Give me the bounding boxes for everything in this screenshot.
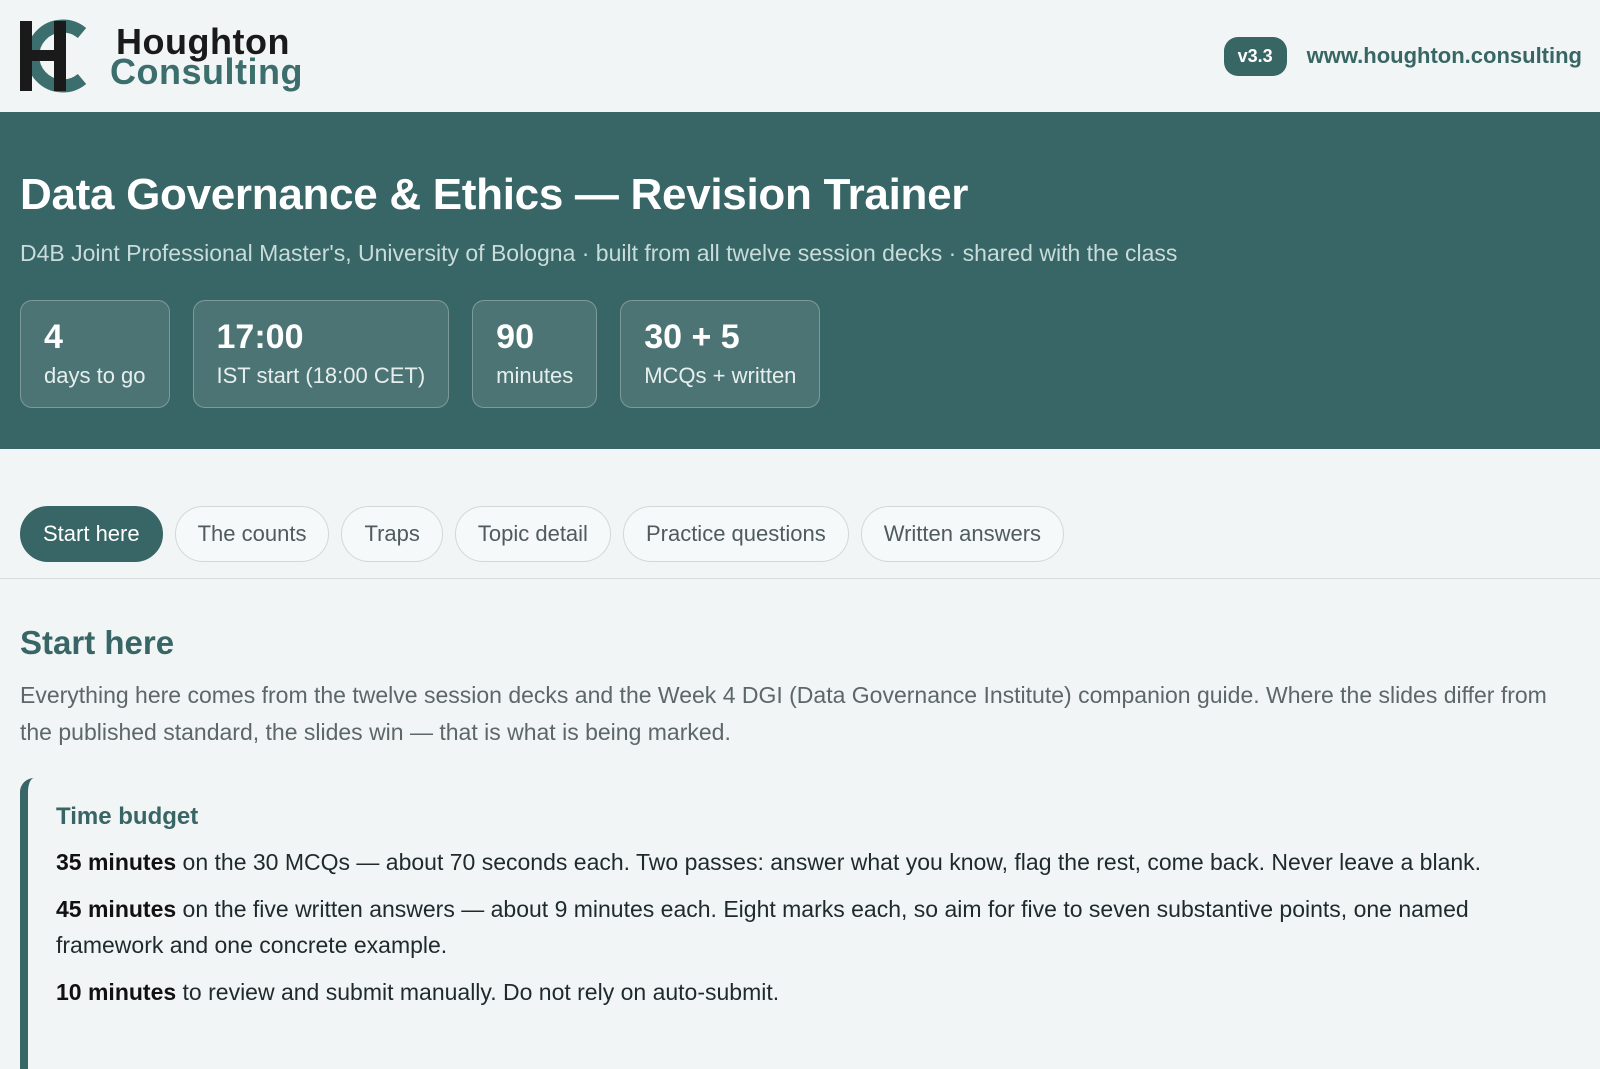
stat-label: days to go — [44, 363, 146, 388]
brand-logo[interactable]: Houghton Consulting — [20, 19, 303, 93]
stats-row: 4 days to go 17:00 IST start (18:00 CET)… — [20, 300, 1580, 408]
budget-item: 35 minutes on the 30 MCQs — about 70 sec… — [56, 844, 1550, 880]
time-budget-callout: Time budget 35 minutes on the 30 MCQs — … — [20, 778, 1580, 1069]
budget-item: 10 minutes to review and submit manually… — [56, 974, 1550, 1010]
stat-duration: 90 minutes — [472, 300, 598, 408]
budget-item-duration: 35 minutes — [56, 849, 177, 875]
callout-title: Time budget — [56, 803, 199, 830]
brand-name-line2: Consulting — [110, 51, 303, 92]
budget-item: 45 minutes on the five written answers —… — [56, 891, 1550, 963]
section-heading: Start here — [20, 624, 175, 661]
section-intro: Everything here comes from the twelve se… — [20, 682, 1547, 745]
stat-value: 30 + 5 — [644, 318, 740, 356]
section-tabs: Start here The counts Traps Topic detail… — [0, 449, 1600, 579]
tab-start-here[interactable]: Start here — [20, 506, 163, 562]
budget-item-text: on the five written answers — about 9 mi… — [56, 896, 1469, 958]
stat-days-to-go: 4 days to go — [20, 300, 170, 408]
version-badge: v3.3 — [1223, 36, 1287, 76]
stat-value: 4 — [44, 318, 63, 356]
hero-banner: Data Governance & Ethics — Revision Trai… — [0, 112, 1600, 449]
stat-start-time: 17:00 IST start (18:00 CET) — [192, 300, 450, 408]
budget-item-text: on the 30 MCQs — about 70 seconds each. … — [176, 849, 1482, 875]
budget-item-duration: 10 minutes — [56, 979, 177, 1005]
main-content: Start here Everything here comes from th… — [0, 579, 1600, 1069]
stat-label: minutes — [496, 363, 574, 388]
tab-written-answers[interactable]: Written answers — [860, 506, 1065, 562]
brand-wordmark: Houghton Consulting — [110, 24, 303, 90]
stat-label: MCQs + written — [644, 363, 797, 388]
budget-item-text: to review and submit manually. Do not re… — [176, 979, 780, 1005]
tab-traps[interactable]: Traps — [341, 506, 443, 562]
top-bar: Houghton Consulting v3.3 www.houghton.co… — [0, 0, 1600, 112]
stat-value: 17:00 — [216, 318, 304, 356]
hc-monogram-icon — [20, 19, 87, 93]
tab-practice-questions[interactable]: Practice questions — [622, 506, 849, 562]
page-subtitle: D4B Joint Professional Master's, Univers… — [20, 240, 1178, 266]
stat-question-count: 30 + 5 MCQs + written — [620, 300, 821, 408]
tab-topic-detail[interactable]: Topic detail — [454, 506, 611, 562]
stat-value: 90 — [496, 318, 534, 356]
website-link[interactable]: www.houghton.consulting — [1307, 43, 1582, 69]
stat-label: IST start (18:00 CET) — [216, 363, 426, 388]
header-right: v3.3 www.houghton.consulting — [1223, 36, 1582, 76]
budget-item-duration: 45 minutes — [56, 896, 177, 922]
page-title: Data Governance & Ethics — Revision Trai… — [20, 170, 969, 219]
tab-the-counts[interactable]: The counts — [174, 506, 330, 562]
